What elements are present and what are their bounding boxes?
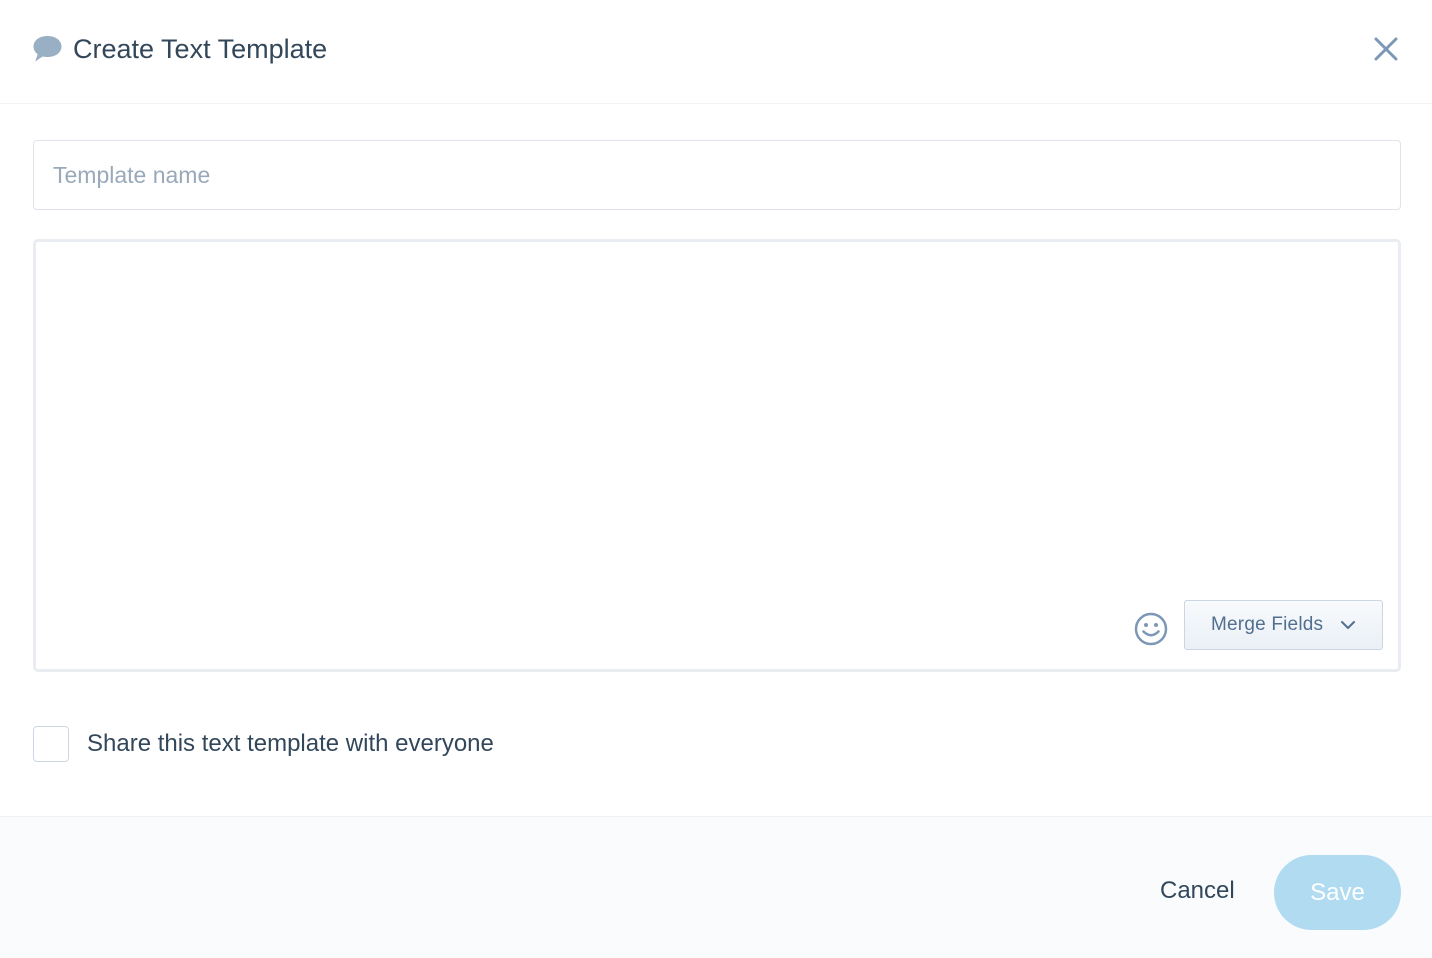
dialog-footer: Cancel Save: [0, 816, 1432, 958]
create-text-template-dialog: Create Text Template Merge Fields: [0, 0, 1432, 958]
share-option: Share this text template with everyone: [33, 726, 494, 762]
dialog-header: Create Text Template: [0, 0, 1432, 104]
template-body-editor: Merge Fields: [33, 239, 1401, 672]
smiley-icon: [1134, 612, 1168, 646]
close-icon: [1374, 37, 1398, 61]
speech-bubble-icon: [33, 36, 62, 62]
share-checkbox-label[interactable]: Share this text template with everyone: [87, 730, 494, 758]
cancel-button[interactable]: Cancel: [1160, 873, 1235, 909]
chevron-down-icon: [1341, 621, 1355, 629]
save-button[interactable]: Save: [1274, 855, 1401, 930]
merge-fields-dropdown[interactable]: Merge Fields: [1184, 600, 1383, 650]
close-button[interactable]: [1370, 33, 1402, 65]
merge-fields-label: Merge Fields: [1211, 614, 1324, 635]
template-name-input[interactable]: [33, 140, 1401, 210]
share-checkbox[interactable]: [33, 726, 69, 762]
template-body-textarea[interactable]: [36, 242, 1398, 598]
emoji-button[interactable]: [1133, 611, 1169, 647]
dialog-title: Create Text Template: [73, 34, 328, 64]
